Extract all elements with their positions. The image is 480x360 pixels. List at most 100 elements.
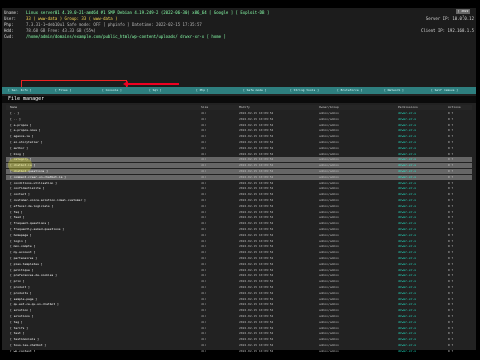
file-permissions[interactable]: drwxr-xr-x (398, 314, 416, 319)
file-name[interactable]: [ plan-templates ] (10, 262, 43, 267)
file-name[interactable]: [ produit ] (10, 285, 30, 290)
table-row[interactable]: [ category ] dir 2022-02-15 10:09:52 admin/… (6, 157, 472, 163)
table-row[interactable]: [ .. ] dir 2022-02-15 10:09:52 admin/admin d… (6, 117, 472, 122)
table-row[interactable]: [ prix ] dir 2022-02-15 10:09:52 admin/admi… (6, 279, 472, 284)
file-actions[interactable]: R T (448, 297, 453, 302)
file-actions[interactable]: R T (448, 233, 453, 238)
file-permissions[interactable]: drwxr-xr-x (398, 302, 416, 307)
table-row[interactable]: [ agence-ia ] dir 2022-02-15 10:09:52 admin… (6, 134, 472, 139)
table-row[interactable]: [ test ] dir 2022-02-15 10:09:52 admin/admi… (6, 331, 472, 336)
file-permissions[interactable]: drwxr-xr-x (398, 128, 416, 133)
file-actions[interactable]: R T (448, 302, 453, 307)
file-permissions[interactable]: drwxr-xr-x (398, 163, 416, 168)
file-name[interactable]: [ confidentialite ] (10, 186, 44, 191)
col-owner[interactable]: Owner/Group (319, 105, 339, 110)
table-row[interactable]: [ tarifs ] dir 2022-02-15 10:09:52 admin/ad… (6, 326, 472, 331)
table-row[interactable]: [ login ] dir 2022-02-15 10:09:52 admin/adm… (6, 239, 472, 244)
file-actions[interactable]: R T (448, 134, 453, 139)
file-name[interactable]: [ preferences-de-cookies ] (10, 273, 57, 278)
file-name[interactable]: [ testimonials ] (10, 337, 39, 342)
file-permissions[interactable]: drwxr-xr-x (398, 308, 416, 313)
file-actions[interactable]: R T (448, 227, 453, 232)
menu-item[interactable]: [ Console ] (102, 88, 122, 93)
file-name[interactable]: [ .. ] (10, 117, 21, 122)
file-permissions[interactable]: drwxr-xr-x (398, 204, 416, 209)
file-permissions[interactable]: drwxr-xr-x (398, 285, 416, 290)
file-name[interactable]: [ ai-storyteller ] (10, 140, 43, 145)
file-name[interactable]: [ solutions ] (10, 314, 33, 319)
file-actions[interactable]: R T (448, 308, 453, 313)
file-name[interactable]: [ test ] (10, 331, 24, 336)
menu-item[interactable]: [ Sql ] (149, 88, 162, 93)
table-row[interactable]: [ my-account ] dir 2022-02-15 10:09:52 admi… (6, 250, 472, 255)
file-permissions[interactable]: drwxr-xr-x (398, 175, 416, 180)
file-actions[interactable]: R T (448, 117, 453, 122)
file-actions[interactable]: R T (448, 326, 453, 331)
col-modify[interactable]: Modify (239, 105, 250, 110)
file-actions[interactable]: R T (448, 146, 453, 151)
file-name[interactable]: [ feed ] (10, 215, 24, 220)
file-name[interactable]: [ conditions-utilisation ] (10, 181, 57, 186)
file-actions[interactable]: R T (448, 169, 453, 174)
file-name[interactable]: [ solution ] (10, 308, 32, 313)
file-actions[interactable]: R T (448, 279, 453, 284)
file-name[interactable]: [ customer-voice-solution-ideal-customer… (10, 198, 86, 203)
file-permissions[interactable]: drwxr-xr-x (398, 273, 416, 278)
table-row[interactable]: [ ai-storyteller ] dir 2022-02-15 10:09:52… (6, 140, 472, 145)
file-permissions[interactable]: drwxr-xr-x (398, 198, 416, 203)
table-row[interactable]: [ testimonials ] dir 2022-02-15 10:09:52 ad… (6, 337, 472, 342)
file-name[interactable]: [ partenaires ] (10, 256, 37, 261)
table-row[interactable]: [ mon-compte ] dir 2022-02-15 10:09:52 admi… (6, 244, 472, 249)
menu-item[interactable]: [ Sec. Info ] (8, 88, 31, 93)
file-permissions[interactable]: drwxr-xr-x (398, 152, 416, 157)
table-row[interactable]: [ plan-templates ] dir 2022-02-15 10:09:52… (6, 262, 472, 267)
file-name[interactable]: [ faq ] (10, 210, 23, 215)
file-actions[interactable]: R T (448, 256, 453, 261)
file-permissions[interactable]: drwxr-xr-x (398, 291, 416, 296)
file-actions[interactable]: R T (448, 314, 453, 319)
col-size[interactable]: Size (201, 105, 208, 110)
table-row[interactable]: [ frequently-asked-questions ] dir 2022-02… (6, 227, 472, 232)
file-permissions[interactable]: drwxr-xr-x (398, 256, 416, 261)
file-name[interactable]: [ . ] (10, 111, 19, 116)
table-row[interactable]: [ produits ] dir 2022-02-15 10:09:52 admin/… (6, 291, 472, 296)
file-name[interactable]: [ prix ] (10, 279, 24, 284)
file-actions[interactable]: R T (448, 221, 453, 226)
file-actions[interactable]: R T (448, 285, 453, 290)
file-actions[interactable]: R T (448, 123, 453, 128)
table-row[interactable]: [ comment-creer-un-chatbot-ia ] dir 2022-0… (6, 174, 472, 180)
table-row[interactable]: [ feed ] dir 2022-02-15 10:09:52 admin/admi… (6, 215, 472, 220)
file-actions[interactable]: R T (448, 268, 453, 273)
file-actions[interactable]: R T (448, 343, 453, 348)
file-permissions[interactable]: drwxr-xr-x (398, 331, 416, 336)
file-name[interactable]: [ effacer-de-logiciels ] (10, 204, 53, 209)
table-row[interactable]: [ confidentialite ] dir 2022-02-15 10:09:5… (6, 186, 472, 191)
file-permissions[interactable]: drwxr-xr-x (398, 140, 416, 145)
file-name[interactable]: [ homepage ] (10, 233, 32, 238)
file-actions[interactable]: R T (448, 204, 453, 209)
file-name[interactable]: [ a-propos-nous ] (10, 128, 41, 133)
file-permissions[interactable]: drwxr-xr-x (398, 250, 416, 255)
file-name[interactable]: [ sample-page ] (10, 297, 37, 302)
file-permissions[interactable]: drwxr-xr-x (398, 262, 416, 267)
table-row[interactable]: [ . ] dir 2022-02-15 10:09:52 admin/admin dr… (6, 111, 472, 116)
table-row[interactable]: [ effacer-de-logiciels ] dir 2022-02-15 10… (6, 204, 472, 209)
menu-item[interactable]: [ Files ] (55, 88, 71, 93)
file-permissions[interactable]: drwxr-xr-x (398, 123, 416, 128)
file-name[interactable]: [ my-account ] (10, 250, 35, 255)
file-permissions[interactable]: drwxr-xr-x (398, 186, 416, 191)
file-name[interactable]: [ frequent-questions ] (10, 221, 50, 226)
file-permissions[interactable]: drwxr-xr-x (398, 227, 416, 232)
menu-item[interactable]: [ Self remove ] (431, 88, 458, 93)
file-name[interactable]: [ produits ] (10, 291, 32, 296)
col-actions[interactable]: Actions (448, 105, 461, 110)
file-actions[interactable]: R T (448, 198, 453, 203)
table-row[interactable]: [ frequent-questions ] dir 2022-02-15 10:0… (6, 221, 472, 226)
file-name[interactable]: [ mon-compte ] (10, 244, 35, 249)
year-button[interactable]: [ 2022 ] (456, 9, 470, 18)
file-permissions[interactable]: drwxr-xr-x (398, 210, 416, 215)
col-permissions[interactable]: Permissions (398, 105, 418, 110)
table-row[interactable]: [ solutions ] dir 2022-02-15 10:09:52 admin… (6, 314, 472, 319)
file-permissions[interactable]: drwxr-xr-x (398, 239, 416, 244)
file-actions[interactable]: R T (448, 215, 453, 220)
